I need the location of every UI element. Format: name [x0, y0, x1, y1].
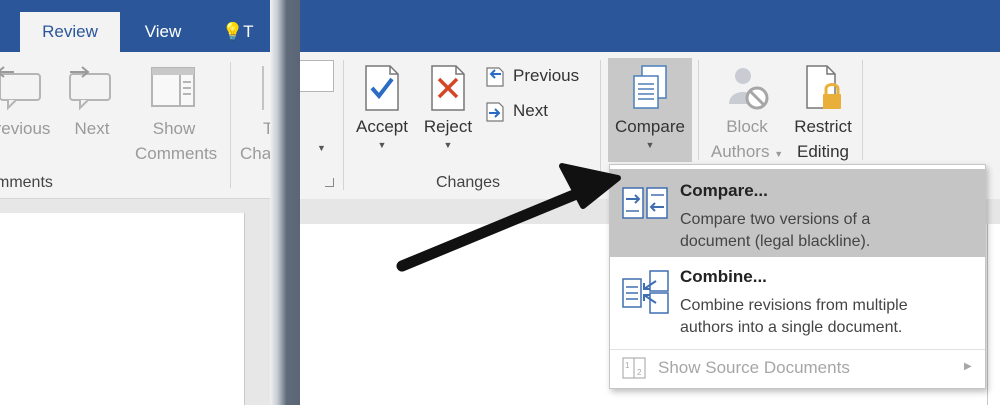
annotation-arrow	[396, 163, 621, 272]
